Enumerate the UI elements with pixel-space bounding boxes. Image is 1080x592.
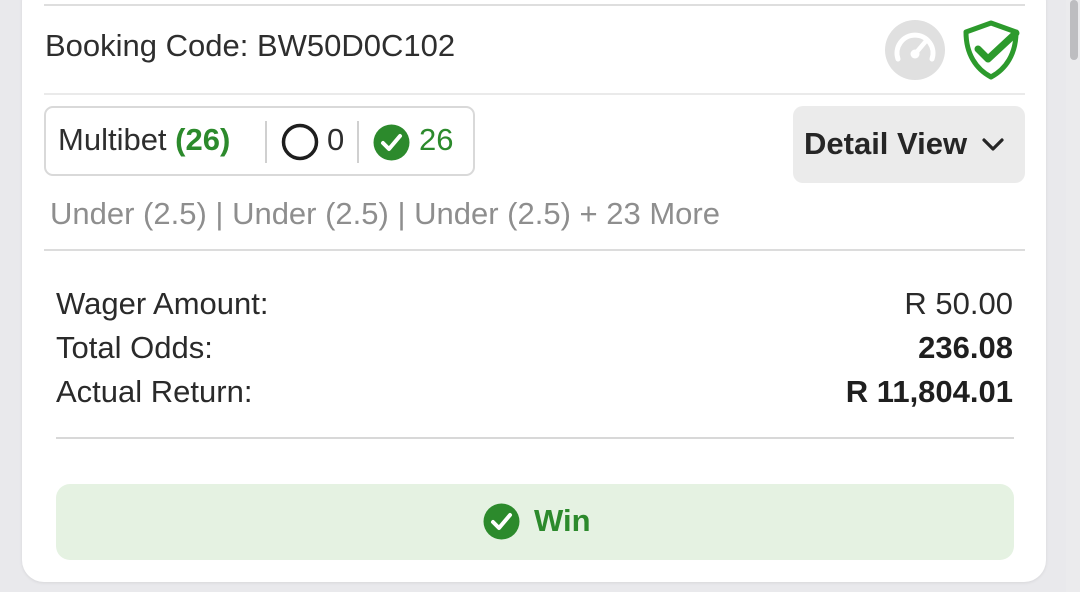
divider — [44, 93, 1025, 95]
total-odds-label: Total Odds: — [56, 330, 213, 365]
bet-slip-view: Booking Code: BW50D0C102 Multibet (26) 0… — [0, 0, 1080, 592]
bet-type-label: Multibet — [58, 122, 167, 157]
open-count: 0 — [327, 122, 345, 157]
result-label: Win — [534, 503, 591, 538]
bet-summary-box: Multibet (26) 0 26 — [44, 106, 475, 176]
shield-check-icon — [963, 20, 1020, 80]
divider — [56, 437, 1014, 439]
booking-code: Booking Code: BW50D0C102 — [45, 28, 455, 64]
separator — [357, 121, 359, 163]
wager-amount-value: R 50.00 — [904, 286, 1013, 321]
chevron-down-icon — [982, 138, 1004, 151]
detail-view-label: Detail View — [804, 126, 968, 161]
divider — [44, 249, 1025, 251]
open-circle-icon — [281, 123, 319, 161]
detail-view-button[interactable]: Detail View — [793, 106, 1025, 183]
check-circle-icon — [373, 124, 410, 161]
check-circle-icon — [483, 503, 520, 540]
bet-type: Multibet (26) — [58, 122, 230, 158]
separator — [265, 121, 267, 163]
speedometer-icon[interactable] — [884, 19, 946, 81]
leg-count: (26) — [175, 122, 231, 157]
selections-summary: Under (2.5) | Under (2.5) | Under (2.5) … — [50, 196, 720, 231]
wager-amount-label: Wager Amount: — [56, 286, 269, 321]
booking-label: Booking Code: — [45, 28, 249, 63]
booking-code-value: BW50D0C102 — [257, 28, 456, 63]
actual-return-value: R 11,804.01 — [845, 374, 1013, 409]
result-status-bar: Win — [56, 484, 1014, 560]
actual-return-label: Actual Return: — [56, 374, 253, 409]
won-count: 26 — [419, 122, 454, 157]
scrollbar-thumb[interactable] — [1070, 0, 1078, 60]
divider — [44, 4, 1025, 6]
scrollbar[interactable] — [1066, 0, 1080, 592]
total-odds-value: 236.08 — [918, 330, 1013, 365]
